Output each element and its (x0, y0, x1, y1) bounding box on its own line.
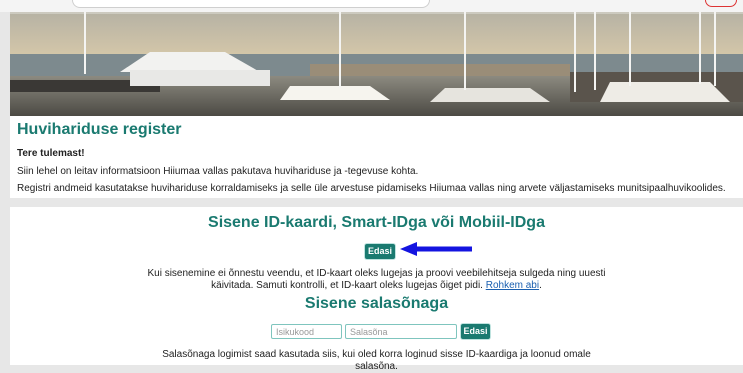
password-help-text: Salasõnaga logimist saad kasutada siis, … (10, 349, 743, 373)
annotation-arrow-icon (400, 242, 472, 256)
browser-control-edge (705, 0, 737, 7)
login-card: Sisene ID-kaardi, Smart-IDga või Mobiil-… (10, 207, 743, 372)
harbor-banner-image (10, 12, 743, 116)
register-purpose-paragraph: Registri andmeid kasutatakse huviharidus… (17, 183, 726, 194)
idcard-login-title: Sisene ID-kaardi, Smart-IDga või Mobiil-… (208, 214, 545, 231)
idcard-continue-button[interactable]: Edasi (365, 244, 395, 259)
password-input[interactable] (345, 324, 457, 339)
welcome-heading: Tere tulemast! (17, 148, 85, 159)
personal-code-input[interactable] (271, 324, 342, 339)
page-title: Huvihariduse register (17, 121, 182, 138)
idcard-help-line: käivitada. Samuti kontrolli, et ID-kaart… (211, 280, 483, 291)
intro-card: Huvihariduse register Tere tulemast! Sii… (10, 12, 743, 198)
password-login-title: Sisene salasõnaga (304, 295, 449, 312)
idcard-help-line: Kui sisenemine ei õnnestu veendu, et ID-… (147, 268, 606, 279)
idcard-help-text: Kui sisenemine ei õnnestu veendu, et ID-… (10, 268, 743, 292)
more-help-link[interactable]: Rohkem abi (486, 280, 539, 291)
idcard-help-period: . (539, 280, 542, 291)
browser-address-bar-edge (72, 0, 430, 8)
password-help-line: salasõna. (355, 361, 398, 372)
password-help-line: Salasõnaga logimist saad kasutada siis, … (162, 349, 591, 360)
intro-paragraph: Siin lehel on leitav informatsioon Hiium… (17, 166, 419, 177)
browser-top-strip (0, 0, 743, 12)
password-continue-button[interactable]: Edasi (461, 324, 490, 339)
